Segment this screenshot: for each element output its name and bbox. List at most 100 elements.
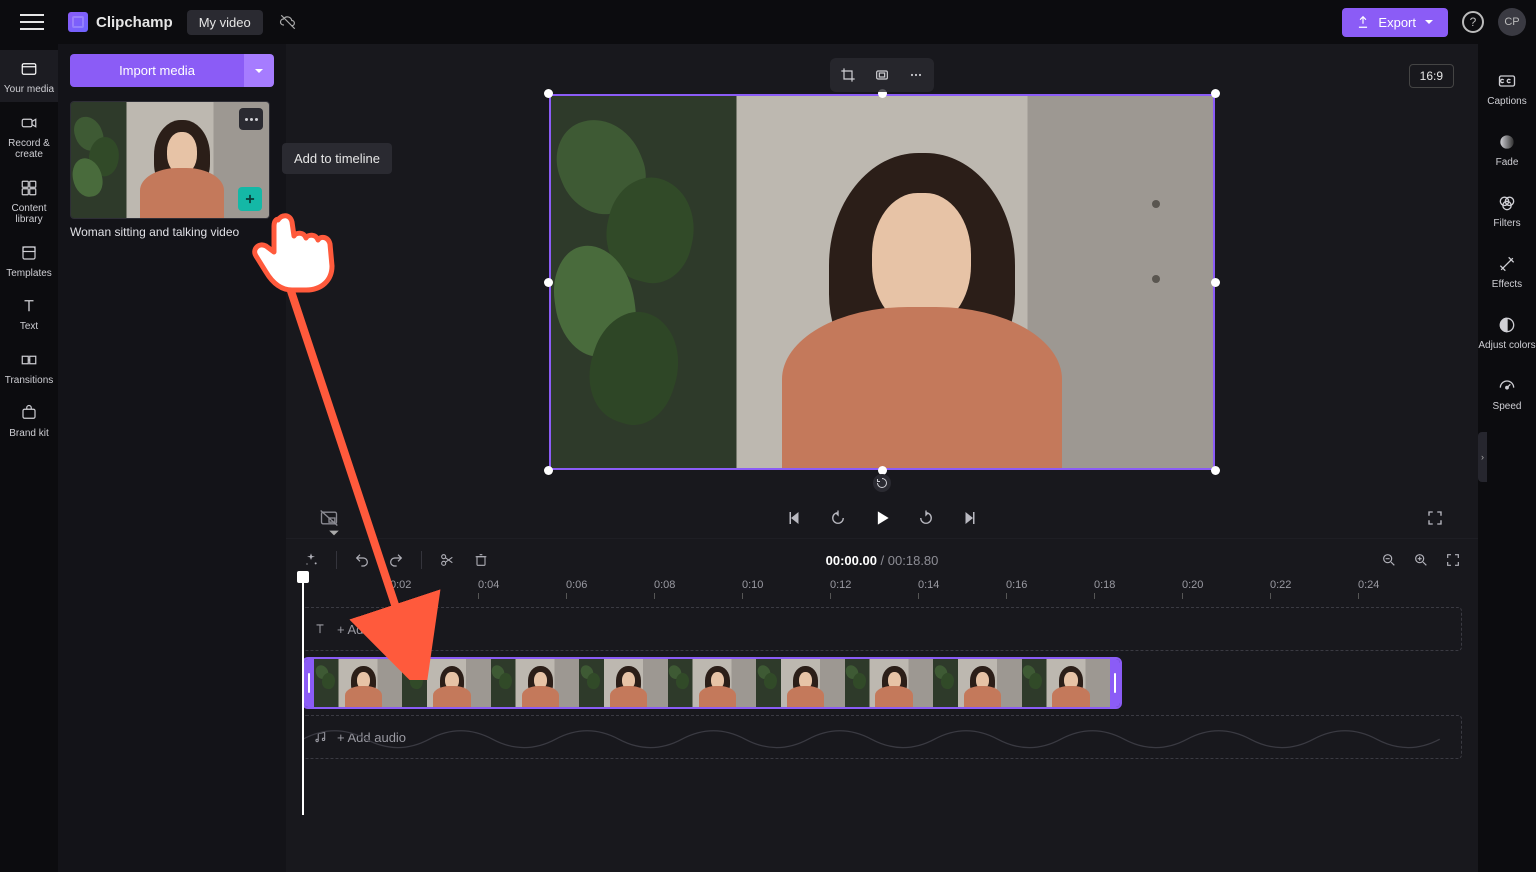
- clip-handle-right[interactable]: [1110, 659, 1120, 707]
- rail-your-media[interactable]: Your media: [0, 50, 58, 102]
- resize-handle[interactable]: [1211, 89, 1220, 98]
- timeline-tracks: + Add text + Add audio: [302, 607, 1462, 759]
- resize-handle[interactable]: [1211, 466, 1220, 475]
- ruler-tick: 0:22: [1270, 579, 1291, 591]
- media-clip[interactable]: Woman sitting and talking video Add to t…: [70, 101, 270, 239]
- time-total: 00:18.80: [888, 553, 939, 568]
- aspect-ratio[interactable]: 16:9: [1409, 64, 1454, 88]
- time-current: 00:00.00: [826, 553, 877, 568]
- split-button[interactable]: [438, 551, 456, 569]
- rewind-button[interactable]: [827, 507, 849, 529]
- forward-button[interactable]: [915, 507, 937, 529]
- effects-icon: [1496, 253, 1518, 275]
- library-icon: [18, 177, 40, 199]
- text-track[interactable]: + Add text: [302, 607, 1462, 651]
- skip-end-button[interactable]: [959, 507, 981, 529]
- ruler-tick: 0:12: [830, 579, 851, 591]
- brand-name: Clipchamp: [96, 14, 173, 31]
- ruler-tick: 0:14: [918, 579, 939, 591]
- collapse-right-panel[interactable]: ›: [1478, 432, 1487, 482]
- timeline-ruler[interactable]: 0:020:040:060:080:100:120:140:160:180:20…: [302, 579, 1462, 601]
- video-track[interactable]: [302, 657, 1462, 709]
- playback-controls: [286, 498, 1478, 538]
- playhead[interactable]: [302, 575, 304, 815]
- timeline-clip[interactable]: [302, 657, 1122, 709]
- brand: Clipchamp: [68, 12, 173, 32]
- rail-filters[interactable]: Filters: [1478, 184, 1536, 235]
- ruler-tick: 0:24: [1358, 579, 1379, 591]
- rail-effects[interactable]: Effects: [1478, 245, 1536, 296]
- media-panel: Import media Woman: [58, 44, 286, 872]
- cloud-off-icon[interactable]: [277, 13, 299, 31]
- rotate-handle[interactable]: [873, 474, 891, 492]
- zoom-in-button[interactable]: [1412, 551, 1430, 569]
- delete-button[interactable]: [472, 551, 490, 569]
- clip-handle-left[interactable]: [304, 659, 314, 707]
- preview-canvas[interactable]: [549, 94, 1215, 470]
- crop-tool[interactable]: [834, 62, 862, 88]
- clip-caption: Woman sitting and talking video: [70, 225, 270, 239]
- undo-button[interactable]: [353, 551, 371, 569]
- upload-icon: [1356, 15, 1370, 29]
- rail-record-create[interactable]: Record & create: [0, 104, 58, 167]
- resize-handle[interactable]: [544, 89, 553, 98]
- captions-icon: [1496, 70, 1518, 92]
- user-avatar[interactable]: CP: [1498, 8, 1526, 36]
- ruler-tick: 0:20: [1182, 579, 1203, 591]
- resize-handle[interactable]: [1211, 278, 1220, 287]
- more-tools[interactable]: [902, 62, 930, 88]
- clip-frames: [314, 659, 1110, 707]
- top-bar: Clipchamp My video Export ? CP: [0, 0, 1536, 44]
- templates-icon: [18, 242, 40, 264]
- text-icon: [313, 622, 327, 636]
- redo-button[interactable]: [387, 551, 405, 569]
- media-icon: [18, 58, 40, 80]
- play-button[interactable]: [871, 507, 893, 529]
- left-rail: Your media Record & create Content libra…: [0, 44, 58, 872]
- preview-area: 16:9: [286, 44, 1478, 872]
- preview-toolbar: [830, 58, 934, 92]
- plus-icon: [243, 192, 257, 206]
- transitions-icon: [18, 349, 40, 371]
- ruler-tick: 0:02: [390, 579, 411, 591]
- help-icon[interactable]: ?: [1462, 11, 1484, 33]
- speed-icon: [1496, 375, 1518, 397]
- import-media-dropdown[interactable]: [244, 54, 274, 87]
- add-to-timeline-button[interactable]: [238, 187, 262, 211]
- rail-captions[interactable]: Captions: [1478, 62, 1536, 113]
- ruler-tick: 0:04: [478, 579, 499, 591]
- zoom-out-button[interactable]: [1380, 551, 1398, 569]
- resize-handle[interactable]: [544, 466, 553, 475]
- zoom-fit-button[interactable]: [1444, 551, 1462, 569]
- rail-text[interactable]: Text: [0, 287, 58, 339]
- rail-content-library[interactable]: Content library: [0, 169, 58, 232]
- camera-icon: [18, 112, 40, 134]
- ruler-tick: 0:06: [566, 579, 587, 591]
- hamburger-menu-icon[interactable]: [20, 10, 44, 34]
- ruler-tick: 0:16: [1006, 579, 1027, 591]
- rail-adjust-colors[interactable]: Adjust colors: [1478, 306, 1536, 357]
- import-media-button[interactable]: Import media: [70, 54, 244, 87]
- add-text-label: + Add text: [337, 622, 395, 637]
- brand-kit-icon: [18, 402, 40, 424]
- fade-icon: [1496, 131, 1518, 153]
- clip-menu-button[interactable]: [239, 108, 263, 130]
- ruler-tick: 0:10: [742, 579, 763, 591]
- skip-start-button[interactable]: [783, 507, 805, 529]
- rail-fade[interactable]: Fade: [1478, 123, 1536, 174]
- rail-speed[interactable]: Speed: [1478, 367, 1536, 418]
- fit-tool[interactable]: [868, 62, 896, 88]
- rail-brand-kit[interactable]: Brand kit: [0, 394, 58, 446]
- resize-handle[interactable]: [544, 278, 553, 287]
- magic-button[interactable]: [302, 551, 320, 569]
- rail-templates[interactable]: Templates: [0, 234, 58, 286]
- ruler-tick: 0:08: [654, 579, 675, 591]
- timeline-time: 00:00.00 / 00:18.80: [826, 553, 939, 568]
- project-title[interactable]: My video: [187, 10, 263, 35]
- fullscreen-button[interactable]: [1424, 507, 1446, 529]
- rail-transitions[interactable]: Transitions: [0, 341, 58, 393]
- export-button[interactable]: Export: [1342, 8, 1448, 37]
- audio-track[interactable]: + Add audio: [302, 715, 1462, 759]
- chevron-down-icon: [254, 66, 264, 76]
- export-label: Export: [1378, 15, 1416, 30]
